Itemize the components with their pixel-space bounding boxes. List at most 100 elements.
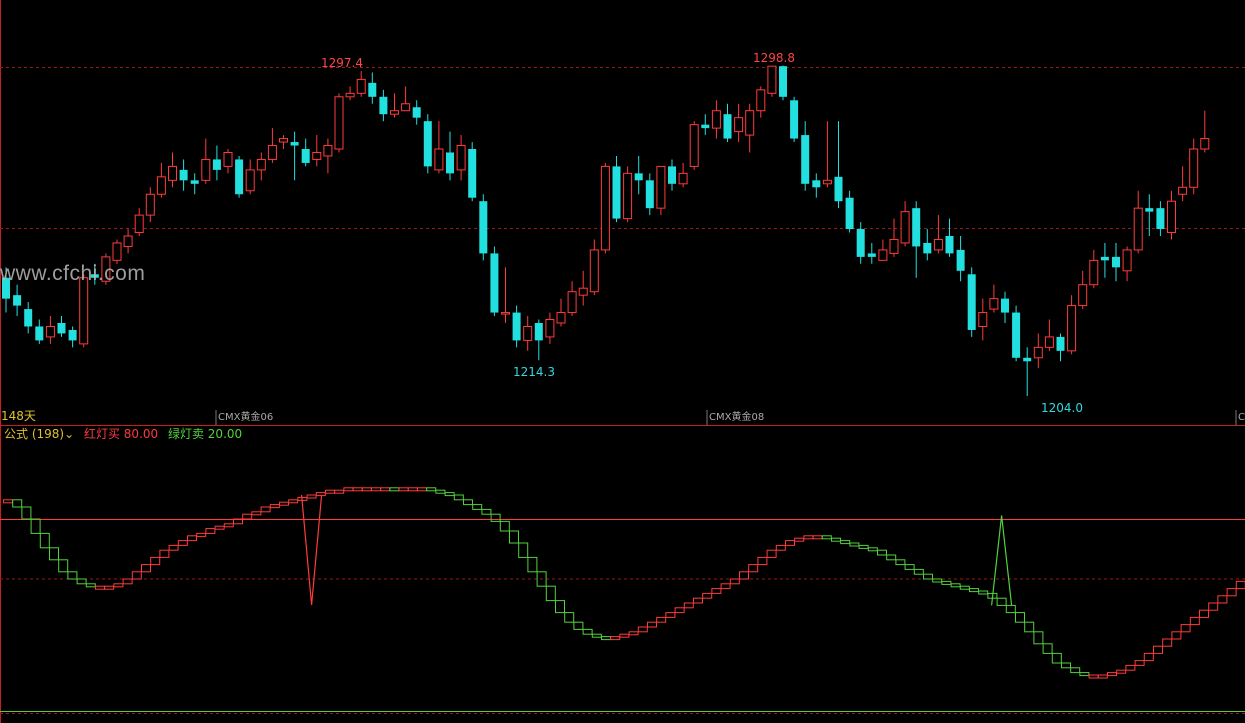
indicator-name[interactable]: 公式 (198) — [4, 427, 64, 441]
oscillator-step — [1051, 652, 1062, 664]
oscillator-step — [1116, 669, 1127, 674]
candle-body-up — [267, 145, 277, 160]
candle-body-down — [1112, 256, 1120, 268]
chevron-down-icon[interactable]: ⌄ — [64, 427, 74, 441]
oscillator-step — [49, 547, 59, 561]
oscillator-step — [12, 499, 23, 508]
oscillator-step — [472, 504, 483, 510]
candle-body-up — [978, 312, 988, 327]
oscillator-step — [30, 518, 41, 534]
oscillator-step — [693, 597, 703, 604]
price-annotation: 1204.0 — [1041, 401, 1083, 415]
candle-body-down — [834, 176, 843, 202]
candle-body-up — [145, 193, 155, 216]
candle-body-up — [79, 277, 89, 345]
oscillator-step — [76, 578, 87, 585]
candle-body-up — [734, 117, 744, 133]
candle-body-down — [645, 180, 654, 209]
candle-body-up — [323, 145, 333, 157]
oscillator-step — [656, 616, 667, 623]
oscillator-step — [389, 487, 400, 492]
oscillator-step — [269, 504, 280, 509]
oscillator-step — [573, 621, 584, 630]
candle-body-down — [1001, 298, 1009, 313]
oscillator-step — [665, 612, 676, 618]
candle-body-up — [711, 110, 721, 129]
candle-body-down — [301, 149, 310, 163]
candle-body-down — [24, 309, 33, 327]
candle-body-down — [812, 180, 821, 188]
candle-body-up — [933, 238, 943, 251]
candle-body-up — [223, 151, 233, 167]
oscillator-step — [886, 554, 897, 561]
candle-body-up — [589, 249, 599, 293]
oscillator-step — [1153, 645, 1163, 654]
price-annotation: 1297.4 — [321, 56, 363, 70]
oscillator-step — [757, 556, 768, 566]
oscillator-step — [785, 540, 795, 546]
oscillator-step — [21, 506, 32, 520]
oscillator-step — [39, 532, 50, 549]
candle-body-up — [201, 158, 211, 181]
candle-body-down — [290, 142, 299, 146]
candle-body-down — [923, 242, 932, 254]
candle-body-up — [123, 235, 133, 247]
oscillator-step — [1125, 664, 1136, 671]
oscillator-step — [104, 585, 115, 590]
oscillator-step — [205, 528, 216, 534]
oscillator-step — [720, 583, 731, 590]
oscillator-step — [711, 588, 722, 594]
oscillator-step — [702, 592, 713, 599]
oscillator-step — [1042, 643, 1053, 654]
candle-body-down — [190, 180, 199, 184]
oscillator-step — [582, 628, 593, 635]
candle-body-up — [1178, 186, 1188, 195]
candle-body-up — [1044, 336, 1054, 348]
candle-body-up — [600, 165, 610, 251]
candle-body-down — [368, 82, 377, 97]
candle-body-down — [423, 121, 432, 167]
oscillator-step — [490, 513, 501, 522]
candle-body-up — [578, 287, 588, 296]
candle-body-down — [701, 124, 710, 129]
oscillator-step — [242, 513, 253, 520]
oscillator-step — [831, 537, 841, 542]
candle-body-up — [45, 325, 55, 338]
candle-body-down — [512, 312, 521, 341]
oscillator-step — [509, 530, 519, 544]
oscillator-step — [895, 559, 906, 566]
candle-body-up — [745, 110, 755, 136]
oscillator-step — [729, 578, 740, 585]
oscillator-step — [343, 487, 354, 492]
oscillator-step — [610, 636, 621, 641]
contract-label: C — [1238, 412, 1245, 423]
candle-body-down — [68, 329, 77, 341]
oscillator-step — [739, 571, 749, 580]
candle-body-up — [1167, 200, 1176, 234]
candle-body-up — [356, 78, 366, 94]
oscillator-step — [371, 487, 381, 492]
oscillator-step — [1189, 616, 1200, 626]
oscillator-step — [113, 583, 124, 588]
candle-body-down — [668, 166, 676, 184]
candle-body-down — [490, 253, 499, 313]
oscillator-step — [923, 573, 933, 580]
oscillator-step — [849, 542, 860, 547]
candle-body-down — [179, 169, 188, 181]
candle-body-down — [1100, 256, 1109, 261]
oscillator-step — [435, 489, 446, 494]
candle-body-up — [312, 151, 322, 160]
oscillator-step — [1079, 672, 1090, 677]
candle-body-up — [134, 214, 144, 234]
oscillator-step — [867, 547, 878, 552]
candle-body-up — [1089, 259, 1099, 286]
candle-body-up — [756, 89, 766, 112]
candle-body-down — [57, 323, 66, 334]
candle-body-down — [35, 326, 44, 341]
oscillator-step — [380, 487, 391, 492]
candle-body-up — [245, 169, 255, 192]
candle-body-down — [479, 201, 488, 254]
candle-body-up — [878, 249, 888, 261]
candle-body-up — [822, 179, 832, 185]
oscillator-step — [168, 544, 179, 551]
